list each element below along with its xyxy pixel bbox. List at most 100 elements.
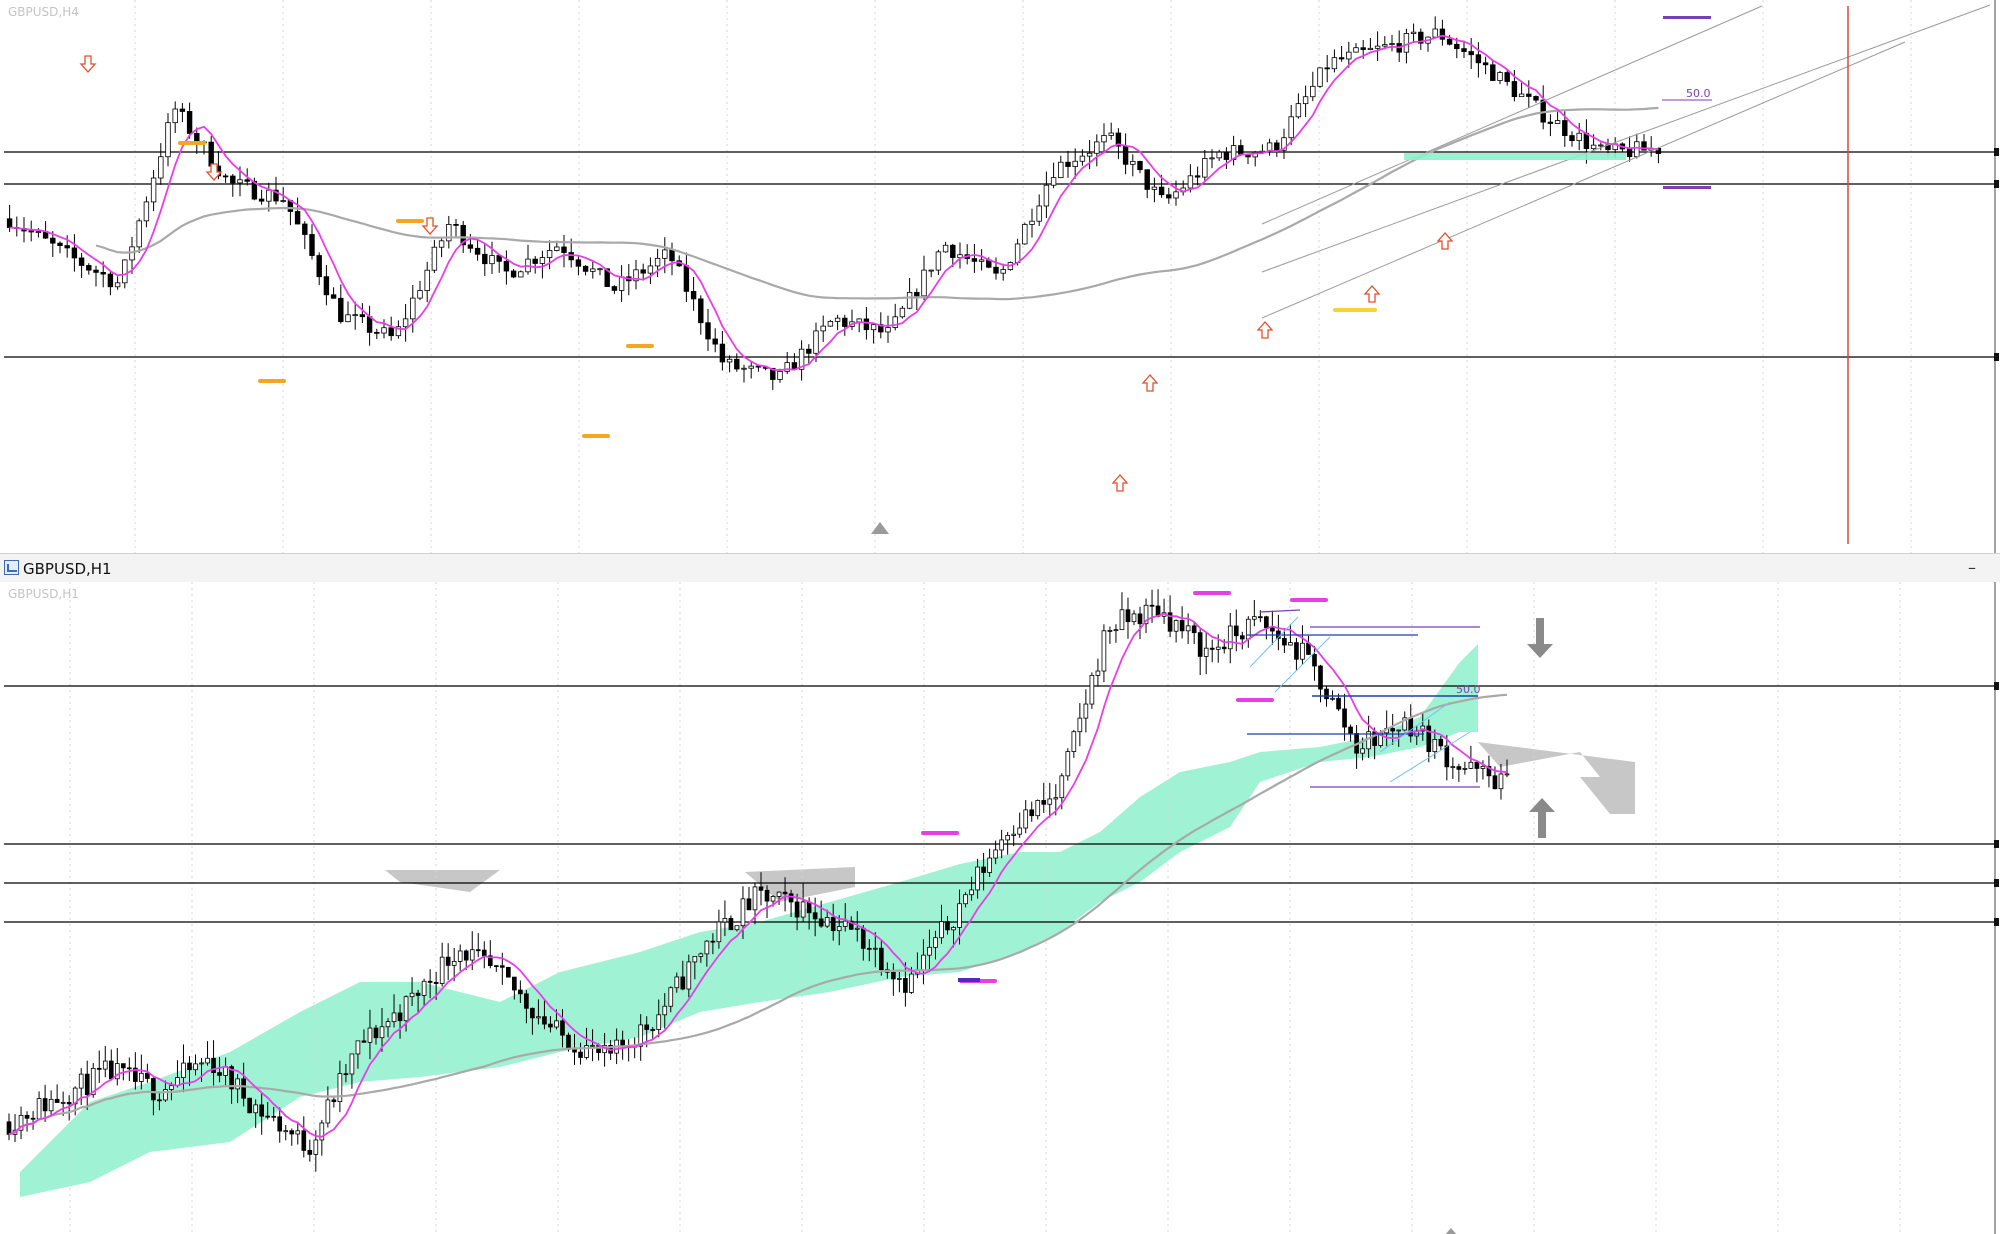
candle-body bbox=[582, 265, 589, 272]
h1-window-titlebar[interactable]: GBPUSD,H1 – bbox=[0, 553, 2000, 584]
candle-body bbox=[1367, 47, 1374, 50]
candle-body bbox=[1462, 767, 1468, 770]
candle-body bbox=[343, 1073, 349, 1076]
candle-body bbox=[860, 927, 866, 949]
candle-body bbox=[352, 314, 358, 317]
candle-body bbox=[1017, 827, 1023, 835]
candle-body bbox=[391, 1012, 397, 1023]
candle-body bbox=[1444, 745, 1450, 768]
candle-body bbox=[1071, 731, 1077, 752]
candle-body bbox=[686, 961, 692, 990]
candle-body bbox=[1258, 616, 1263, 619]
candle-body bbox=[1482, 62, 1489, 66]
candle-body bbox=[1330, 697, 1335, 700]
candle-body bbox=[145, 1072, 150, 1079]
candle-body bbox=[1346, 51, 1352, 60]
candle-body bbox=[1173, 620, 1179, 632]
candle-body bbox=[1456, 766, 1462, 770]
candle-body bbox=[726, 358, 733, 363]
h1-price-chart[interactable]: 50.0 bbox=[0, 582, 2000, 1234]
candle-body bbox=[554, 246, 560, 251]
candle-body bbox=[107, 273, 114, 288]
candle-body bbox=[1022, 224, 1028, 245]
candle-body bbox=[6, 1121, 12, 1135]
candle-body bbox=[1294, 642, 1299, 660]
candle-body bbox=[1547, 121, 1554, 124]
level-marker bbox=[1994, 879, 1999, 887]
candle-body bbox=[457, 950, 463, 962]
candle-body bbox=[163, 1089, 168, 1101]
candle-body bbox=[122, 259, 128, 284]
candle-body bbox=[379, 1026, 385, 1039]
candle-body bbox=[692, 955, 698, 963]
candle-body bbox=[1223, 151, 1230, 160]
purple-marker bbox=[1663, 186, 1711, 189]
candle-body bbox=[323, 276, 330, 296]
candle-body bbox=[359, 314, 366, 318]
candle-body bbox=[1251, 616, 1257, 620]
arrow-up-icon bbox=[1436, 232, 1454, 250]
candle-body bbox=[424, 269, 430, 291]
candle-body bbox=[1490, 64, 1496, 81]
candle-body bbox=[417, 290, 423, 299]
candle-body bbox=[705, 322, 711, 340]
candle-body bbox=[355, 1040, 361, 1055]
candle-body bbox=[722, 918, 728, 923]
candle-body bbox=[1083, 703, 1089, 719]
pivot-marker bbox=[626, 344, 654, 348]
candle-body bbox=[307, 1150, 313, 1155]
candle-body bbox=[222, 175, 229, 178]
candle-body bbox=[788, 893, 794, 903]
triangle-up-icon bbox=[871, 522, 889, 534]
candle-body bbox=[1131, 613, 1137, 623]
candle-body bbox=[187, 1062, 192, 1071]
candle-body bbox=[1119, 609, 1125, 631]
candle-body bbox=[1000, 269, 1006, 274]
candle-body bbox=[1005, 835, 1010, 841]
candle-body bbox=[536, 1016, 541, 1019]
candle-body bbox=[618, 276, 625, 291]
candle-body bbox=[734, 925, 740, 931]
candle-body bbox=[1569, 135, 1575, 142]
candle-body bbox=[205, 1057, 210, 1064]
candle-body bbox=[265, 1115, 271, 1118]
pivot-marker bbox=[958, 978, 980, 982]
candle-body bbox=[1011, 833, 1017, 836]
candle-body bbox=[120, 1063, 126, 1069]
candle-body bbox=[1158, 186, 1165, 196]
candle-body bbox=[1149, 604, 1155, 607]
candle-body bbox=[1023, 809, 1029, 829]
candle-body bbox=[728, 918, 734, 931]
candle-body bbox=[1079, 155, 1086, 162]
candle-body bbox=[1089, 674, 1095, 705]
level-marker bbox=[1994, 148, 1999, 156]
candle-body bbox=[241, 1078, 246, 1099]
candle-body bbox=[572, 1048, 577, 1053]
triangle-up-icon bbox=[1445, 1228, 1457, 1234]
candle-body bbox=[824, 917, 830, 927]
candle-body bbox=[381, 327, 387, 334]
candle-body bbox=[172, 108, 178, 124]
h1-chart-pane[interactable]: GBPUSD,H1 50.0 bbox=[0, 582, 2000, 1234]
candle-body bbox=[1504, 773, 1510, 776]
candle-body bbox=[165, 122, 171, 158]
regression-channel-line bbox=[1261, 4, 1991, 273]
candle-body bbox=[1107, 629, 1113, 632]
candle-body bbox=[597, 268, 603, 271]
candle-body bbox=[427, 980, 433, 983]
candle-body bbox=[879, 947, 884, 971]
candle-body bbox=[1179, 620, 1185, 632]
h4-price-chart[interactable]: 50.0 bbox=[0, 0, 2000, 553]
candle-body bbox=[1562, 120, 1568, 136]
arrow-down-icon bbox=[421, 217, 439, 235]
h4-chart-pane[interactable]: GBPUSD,H4 50.0 bbox=[0, 0, 2000, 554]
candle-body bbox=[294, 211, 301, 225]
candle-body bbox=[136, 220, 142, 248]
candle-body bbox=[640, 269, 646, 274]
candle-body bbox=[102, 1060, 108, 1070]
candle-body bbox=[475, 949, 481, 952]
candle-body bbox=[60, 1101, 66, 1104]
candle-body bbox=[1450, 766, 1456, 769]
candle-body bbox=[151, 1078, 156, 1101]
minimize-button[interactable]: – bbox=[1968, 560, 1976, 576]
